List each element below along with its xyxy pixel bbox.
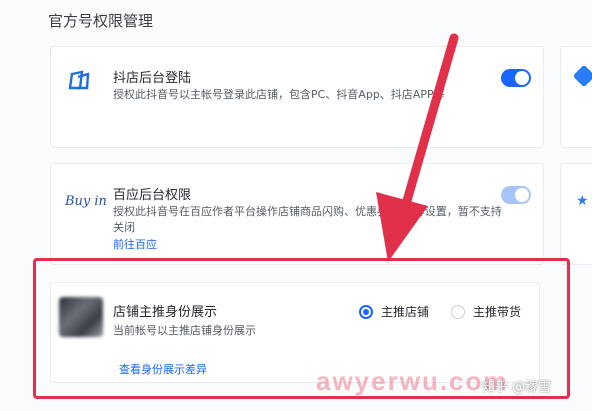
watermark-text: awyerwu.com bbox=[316, 366, 509, 396]
doudian-logo-icon bbox=[68, 70, 90, 90]
zhihu-watermark: 知乎 @稼雪 bbox=[482, 380, 552, 395]
goto-baiying-link[interactable]: 前往百应 bbox=[113, 236, 157, 252]
section-title: 官方号权限管理 bbox=[48, 12, 154, 30]
side-card-middle bbox=[560, 163, 592, 265]
buyin-logo: Buy in bbox=[65, 194, 107, 209]
baiying-permission-title: 百应后台权限 bbox=[113, 188, 192, 203]
douyin-login-card: 抖店后台登陆 授权此抖音号以主帐号登录此店铺，包含PC、抖音App、抖店APP等 bbox=[50, 46, 544, 148]
douyin-login-toggle[interactable] bbox=[501, 69, 531, 87]
baiying-permission-card: Buy in 百应后台权限 授权此抖音号在百应作者平台操作店铺商品闪购、优惠券/… bbox=[50, 163, 544, 265]
baiying-permission-desc: 授权此抖音号在百应作者平台操作店铺商品闪购、优惠券/秒杀等设置，暂不支持 bbox=[113, 205, 502, 218]
baiying-permission-toggle[interactable] bbox=[501, 186, 531, 204]
douyin-login-title: 抖店后台登陆 bbox=[113, 71, 192, 86]
side-card-top bbox=[560, 46, 592, 148]
baiying-permission-desc-2: 关闭 bbox=[113, 221, 135, 234]
side-star-icon: ★ bbox=[576, 193, 589, 209]
douyin-login-desc: 授权此抖音号以主帐号登录此店铺，包含PC、抖音App、抖店APP等 bbox=[113, 88, 445, 101]
